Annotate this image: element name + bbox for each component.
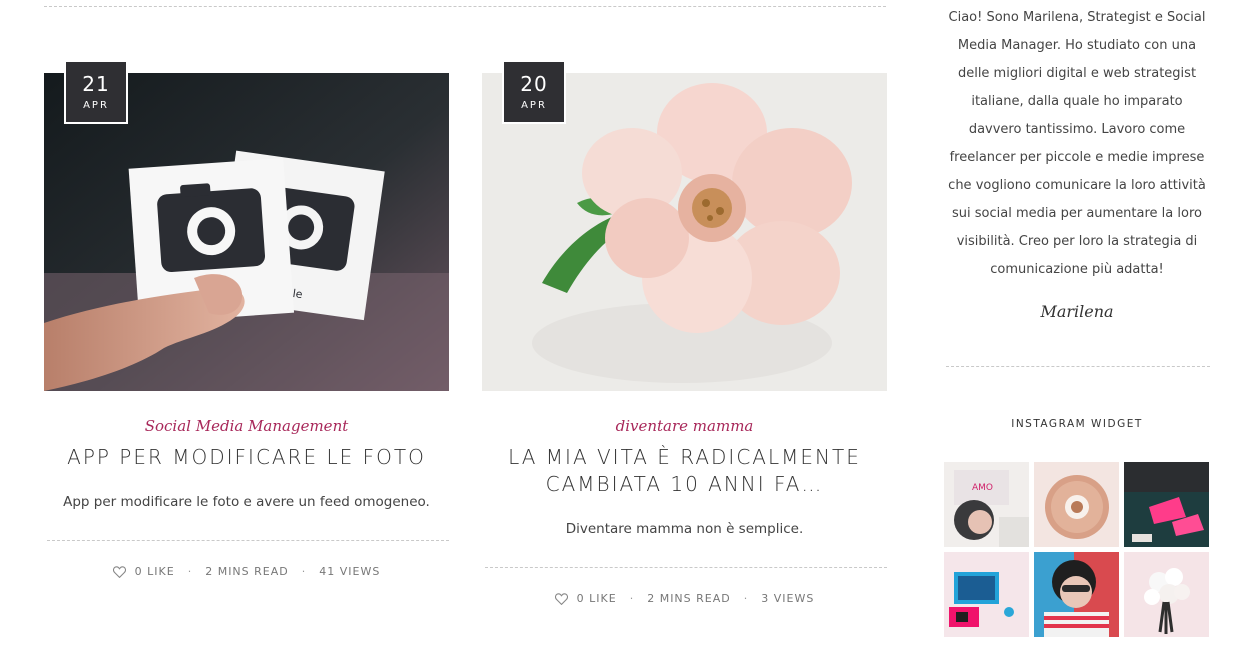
about-line: visibilità. Creo per loro la strategia d… [956, 234, 1198, 249]
view-count: 3 VIEWS [761, 592, 815, 605]
heart-icon[interactable] [554, 592, 568, 605]
like-count[interactable]: 0 LIKE [577, 592, 617, 605]
instagram-photo[interactable]: AMO [944, 462, 1029, 547]
post-meta: 0 LIKE · 2 MINS READ · 41 VIEWS [44, 565, 449, 578]
about-line: sui social media per aumentare la loro [952, 206, 1202, 221]
about-line: davvero tantissimo. Lavoro come [968, 122, 1186, 137]
post-title-line[interactable]: APP PER MODIFICARE LE FOTO [67, 445, 426, 469]
about-line: delle migliori digital e web strategist [957, 66, 1197, 81]
signature: Marilena [1040, 302, 1114, 321]
post-title-line[interactable]: LA MIA VITA È RADICALMENTE [482, 444, 887, 471]
top-divider [44, 6, 886, 7]
meta-separator: · [301, 565, 307, 578]
like-button[interactable]: 0 LIKE [112, 565, 175, 578]
heart-icon[interactable] [112, 565, 126, 578]
svg-text:AMO: AMO [972, 483, 993, 493]
about-line: freelancer per piccole e medie imprese [949, 150, 1205, 165]
card-divider [47, 540, 449, 541]
post-excerpt: App per modificare le foto e avere un fe… [63, 494, 430, 510]
instagram-photo[interactable] [1034, 462, 1119, 547]
date-day: 20 [520, 72, 548, 96]
post-meta: 0 LIKE · 2 MINS READ · 3 VIEWS [482, 592, 887, 605]
about-line: comunicazione più adatta! [990, 262, 1164, 277]
sidebar-divider [946, 366, 1210, 367]
instagram-photo[interactable] [1124, 552, 1209, 637]
post-card: 20 APR diventare mamma LA MIA VITA È RAD… [482, 60, 887, 605]
instagram-photo[interactable] [1034, 552, 1119, 637]
card-divider [485, 567, 887, 568]
read-time: 2 MINS READ [647, 592, 731, 605]
meta-separator: · [629, 592, 635, 605]
instagram-widget-title: INSTAGRAM WIDGET [1011, 418, 1143, 430]
instagram-photo[interactable] [944, 552, 1029, 637]
read-time: 2 MINS READ [205, 565, 289, 578]
post-title[interactable]: LA MIA VITA È RADICALMENTE CAMBIATA 10 A… [482, 444, 887, 498]
date-month: APR [521, 100, 547, 111]
post-title-line[interactable]: CAMBIATA 10 ANNI FA… [482, 471, 887, 498]
date-badge: 20 APR [502, 60, 566, 124]
about-line: che vogliono comunicare la loro attività [948, 178, 1206, 193]
post-excerpt: Diventare mamma non è semplice. [565, 521, 804, 537]
instagram-grid: AMO [944, 462, 1210, 637]
date-day: 21 [82, 72, 110, 96]
about-line: italiane, dalla quale ho imparato [971, 94, 1183, 109]
sidebar: Ciao! Sono Marilena, Strategist e Social… [944, 0, 1210, 637]
about-text: Ciao! Sono Marilena, Strategist e Social… [944, 4, 1210, 284]
about-line: Media Manager. Ho studiato con una [957, 38, 1197, 53]
post-category-link[interactable]: Social Media Management [44, 417, 449, 435]
meta-separator: · [743, 592, 749, 605]
post-title[interactable]: APP PER MODIFICARE LE FOTO [44, 444, 449, 471]
date-badge: 21 APR [64, 60, 128, 124]
like-count[interactable]: 0 LIKE [135, 565, 175, 578]
instagram-photo[interactable] [1124, 462, 1209, 547]
like-button[interactable]: 0 LIKE [554, 592, 617, 605]
date-month: APR [83, 100, 109, 111]
post-category-link[interactable]: diventare mamma [482, 417, 887, 435]
post-card: 21 APR c [44, 60, 449, 578]
view-count: 41 VIEWS [319, 565, 381, 578]
meta-separator: · [187, 565, 193, 578]
about-line: Ciao! Sono Marilena, Strategist e Social [948, 10, 1206, 25]
